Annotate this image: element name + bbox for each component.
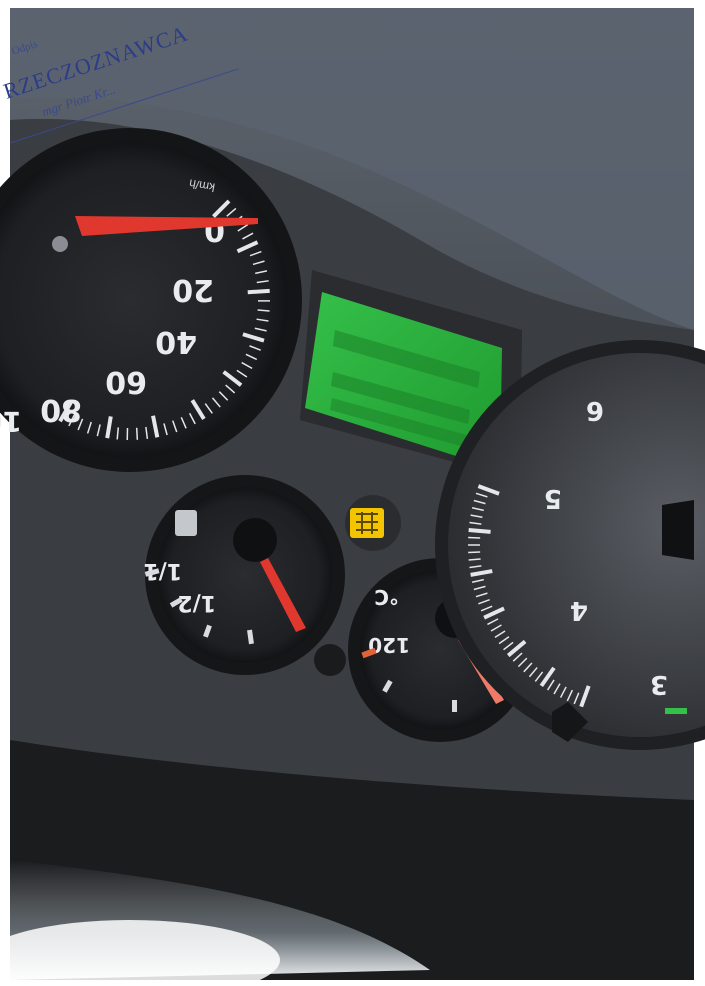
speed-tick xyxy=(247,288,270,295)
fuel-needle-hub xyxy=(233,518,277,562)
tach-tick xyxy=(468,558,481,561)
tach-label-5: 5 xyxy=(544,483,562,513)
fuel-pump-icon xyxy=(175,510,197,536)
dashboard-photo: 0 20 40 60 80 10 km/h 1/1 1/2 xyxy=(0,8,705,986)
speed-label-20: 20 xyxy=(172,272,214,307)
speed-tick xyxy=(135,427,139,440)
tach-tick xyxy=(468,528,491,534)
speed-label-100: 10 xyxy=(0,405,22,438)
speed-label-80: 80 xyxy=(40,392,82,427)
temp-unit-label: °C xyxy=(374,585,399,609)
fuel-gauge: 1/1 1/2 xyxy=(143,475,345,675)
warning-light xyxy=(345,495,401,551)
speed-label-0: 0 xyxy=(204,212,225,247)
tach-label-6: 6 xyxy=(586,395,604,425)
tach-green-marker xyxy=(665,708,687,714)
speedometer-hub xyxy=(52,236,68,252)
tach-label-4: 4 xyxy=(570,595,588,625)
speed-label-60: 60 xyxy=(105,364,147,399)
tach-tick xyxy=(468,536,481,539)
fuel-label-half: 1/2 xyxy=(177,590,216,615)
speed-tick xyxy=(257,309,270,312)
trip-reset-knob xyxy=(314,644,346,676)
tach-needle-hub xyxy=(662,500,694,560)
speed-label-40: 40 xyxy=(155,324,197,359)
tach-tick xyxy=(468,551,481,554)
tach-label-3: 3 xyxy=(650,669,668,699)
fuel-label-full: 1/1 xyxy=(143,558,182,583)
